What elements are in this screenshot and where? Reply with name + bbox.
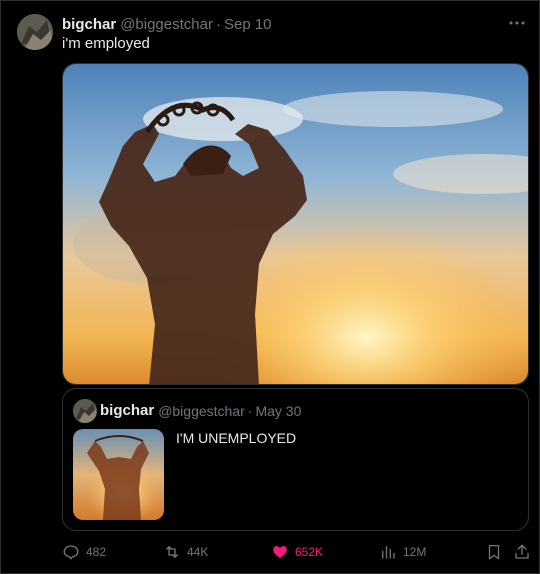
quoted-author-handle[interactable]: @biggestchar <box>158 403 245 419</box>
like-button[interactable]: 652K <box>271 539 323 565</box>
tweet-image[interactable] <box>62 63 529 385</box>
quoted-separator-dot: · <box>247 402 253 419</box>
views-button[interactable]: 12M <box>379 539 426 565</box>
reply-count: 482 <box>86 545 107 559</box>
tweet-date[interactable]: Sep 10 <box>224 16 272 33</box>
tweet-header: bigchar @biggestchar · Sep 10 <box>62 15 272 33</box>
more-options-button[interactable] <box>507 13 527 33</box>
like-count: 652K <box>295 545 324 559</box>
avatar[interactable] <box>17 14 53 50</box>
tweet-text: i'm employed <box>62 35 150 52</box>
share-icon <box>515 544 529 559</box>
repost-count: 44K <box>187 545 209 559</box>
quoted-tweet[interactable]: bigchar @biggestchar · May 30 I'M UNEMPL… <box>62 388 529 531</box>
quoted-tweet-image[interactable] <box>73 429 164 520</box>
author-handle[interactable]: @biggestchar <box>120 16 213 33</box>
views-icon <box>382 546 395 559</box>
quoted-tweet-text: I'M UNEMPLOYED <box>176 430 297 446</box>
heart-icon <box>273 546 287 558</box>
quoted-avatar[interactable] <box>73 399 97 423</box>
quoted-tweet-header: bigchar @biggestchar · May 30 <box>100 402 301 419</box>
bookmark-button[interactable] <box>485 539 509 565</box>
repost-button[interactable]: 44K <box>163 539 208 565</box>
views-count: 12M <box>403 545 427 559</box>
bookmark-icon <box>488 544 500 560</box>
reply-icon <box>63 545 79 560</box>
author-name[interactable]: bigchar <box>62 16 116 33</box>
repost-icon <box>166 546 178 558</box>
quoted-tweet-date[interactable]: May 30 <box>255 403 301 419</box>
quoted-author-name[interactable]: bigchar <box>100 402 154 419</box>
reply-button[interactable]: 482 <box>62 539 106 565</box>
action-bar: 482 44K 652K 12M <box>62 539 532 565</box>
tweet-card: bigchar @biggestchar · Sep 10 i'm employ… <box>0 0 540 574</box>
more-dots-icon <box>509 21 525 25</box>
separator-dot: · <box>215 15 221 33</box>
share-button[interactable] <box>513 539 537 565</box>
